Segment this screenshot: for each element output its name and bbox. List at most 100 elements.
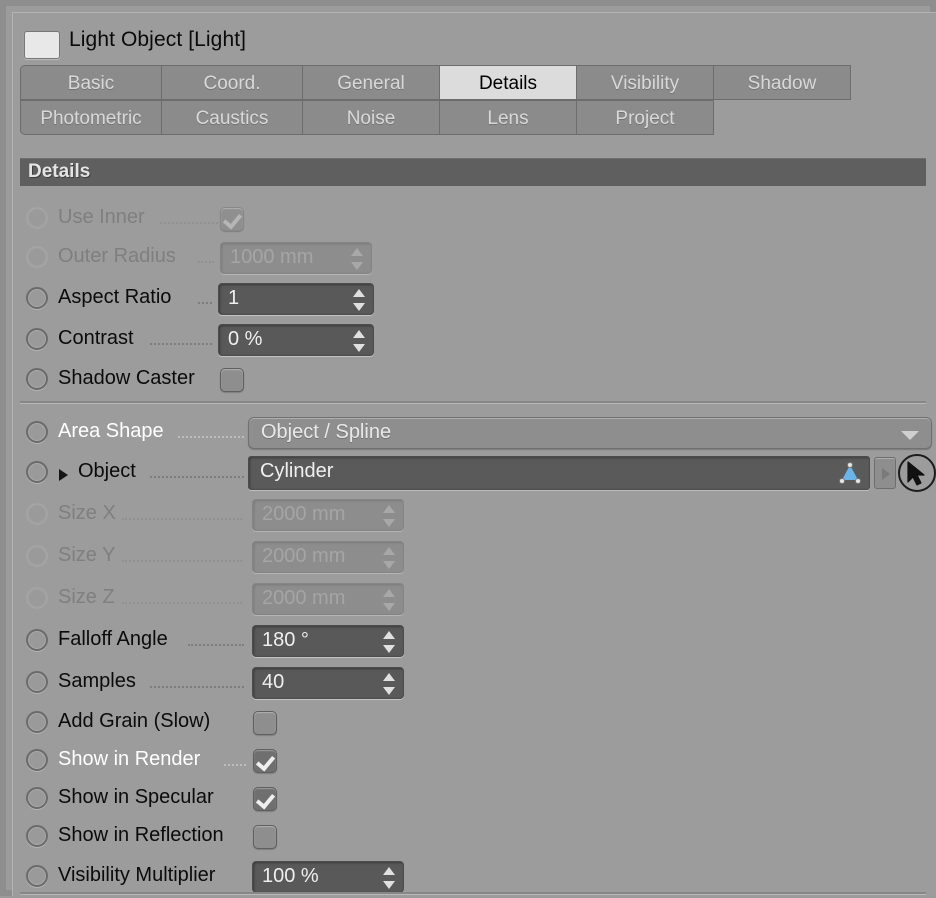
spinner-visibility-multiplier[interactable] (383, 867, 395, 889)
tab-caustics[interactable]: Caustics (161, 100, 303, 135)
tab-shadow[interactable]: Shadow (713, 65, 851, 100)
value-size-z: 2000 mm (262, 587, 346, 609)
tab-lens[interactable]: Lens (439, 100, 577, 135)
value-size-y: 2000 mm (262, 545, 346, 567)
label-show-in-specular: Show in Specular (58, 786, 214, 808)
value-area-shape: Object / Spline (261, 421, 392, 443)
animate-toggle-samples[interactable] (26, 671, 48, 693)
tab-basic[interactable]: Basic (20, 65, 162, 100)
label-size-x: Size X (58, 502, 116, 524)
animate-toggle-show-in-reflection[interactable] (26, 825, 48, 847)
label-size-z: Size Z (58, 586, 115, 608)
input-visibility-multiplier[interactable]: 100 % (252, 861, 404, 893)
dot-leader (198, 300, 212, 304)
animate-toggle-visibility-multiplier[interactable] (26, 865, 48, 887)
row-shadow-caster: Shadow Caster (12, 359, 936, 401)
tab-general[interactable]: General (302, 65, 440, 100)
input-object-link[interactable]: Cylinder (248, 456, 870, 490)
input-size-x[interactable]: 2000 mm (252, 499, 404, 531)
spinner-contrast[interactable] (353, 330, 365, 352)
checkbox-add-grain[interactable] (253, 711, 277, 735)
expand-object-arrow-button[interactable] (874, 457, 896, 489)
tab-coord[interactable]: Coord. (161, 65, 303, 100)
label-show-in-reflection: Show in Reflection (58, 824, 224, 846)
spinner-outer-radius[interactable] (351, 248, 363, 270)
label-use-inner: Use Inner (58, 206, 145, 228)
dot-leader (188, 642, 244, 646)
spinner-size-y[interactable] (383, 547, 395, 569)
animate-toggle-falloff-angle[interactable] (26, 629, 48, 651)
input-aspect-ratio[interactable]: 1 (218, 283, 374, 315)
animate-toggle-show-in-specular[interactable] (26, 787, 48, 809)
spinner-falloff-angle[interactable] (383, 631, 395, 653)
tab-row-2: Photometric Caustics Noise Lens Project (20, 100, 932, 135)
animate-toggle-show-in-render[interactable] (26, 749, 48, 771)
animate-toggle-object[interactable] (26, 461, 48, 483)
animate-toggle-contrast[interactable] (26, 328, 48, 350)
spinner-samples[interactable] (383, 673, 395, 695)
expand-triangle-icon[interactable] (59, 469, 68, 481)
row-samples: Samples 40 (12, 662, 936, 704)
dot-leader (150, 341, 212, 345)
value-size-x: 2000 mm (262, 503, 346, 525)
dot-leader (150, 474, 244, 478)
checkbox-show-in-specular[interactable] (253, 787, 277, 811)
value-aspect-ratio: 1 (228, 287, 240, 309)
properties-window: Light Object [Light] Basic Coord. Genera… (0, 0, 936, 896)
tab-row-1: Basic Coord. General Details Visibility … (20, 65, 932, 100)
dot-leader (122, 516, 242, 520)
dot-leader (178, 434, 244, 438)
object-title-label: Light Object [Light] (69, 28, 247, 51)
spinner-aspect-ratio[interactable] (353, 289, 365, 311)
spinner-size-x[interactable] (383, 505, 395, 527)
tab-details[interactable]: Details (439, 65, 577, 100)
pick-cursor-button[interactable] (898, 454, 936, 492)
value-contrast: 0 % (228, 328, 263, 350)
row-add-grain: Add Grain (Slow) (12, 702, 936, 744)
spinner-size-z[interactable] (383, 589, 395, 611)
dot-leader (224, 762, 246, 766)
input-size-z[interactable]: 2000 mm (252, 583, 404, 615)
row-show-in-reflection: Show in Reflection (12, 816, 936, 858)
object-color-swatch[interactable] (24, 31, 60, 59)
checkbox-shadow-caster[interactable] (220, 368, 244, 392)
dropdown-area-shape[interactable]: Object / Spline (248, 417, 932, 449)
animate-toggle-shadow-caster[interactable] (26, 368, 48, 390)
value-object-link: Cylinder (260, 460, 334, 482)
animate-toggle-aspect-ratio[interactable] (26, 287, 48, 309)
input-samples[interactable]: 40 (252, 667, 404, 699)
input-outer-radius[interactable]: 1000 mm (220, 242, 372, 274)
label-shadow-caster: Shadow Caster (58, 367, 195, 389)
tab-visibility[interactable]: Visibility (576, 65, 714, 100)
cursor-arrow-icon (907, 461, 925, 486)
label-add-grain: Add Grain (Slow) (58, 710, 211, 732)
tab-photometric[interactable]: Photometric (20, 100, 162, 135)
checkbox-show-in-render[interactable] (253, 749, 277, 773)
tab-project[interactable]: Project (576, 100, 714, 135)
animate-toggle-add-grain[interactable] (26, 711, 48, 733)
input-contrast[interactable]: 0 % (218, 324, 374, 356)
dot-leader (198, 259, 214, 263)
checkbox-use-inner[interactable] (220, 207, 244, 231)
input-falloff-angle[interactable]: 180 ° (252, 625, 404, 657)
tab-bar: Basic Coord. General Details Visibility … (20, 65, 932, 135)
row-use-inner: Use Inner (12, 198, 936, 240)
animate-toggle-size-x[interactable] (26, 503, 48, 525)
checkbox-show-in-reflection[interactable] (253, 825, 277, 849)
tab-noise[interactable]: Noise (302, 100, 440, 135)
animate-toggle-size-z[interactable] (26, 587, 48, 609)
group-header-details[interactable]: Details (20, 158, 926, 186)
value-visibility-multiplier: 100 % (262, 865, 319, 887)
animate-toggle-size-y[interactable] (26, 545, 48, 567)
animate-toggle-use-inner[interactable] (26, 207, 48, 229)
input-size-y[interactable]: 2000 mm (252, 541, 404, 573)
dot-leader (122, 600, 242, 604)
animate-toggle-area-shape[interactable] (26, 421, 48, 443)
bottom-divider (20, 892, 926, 895)
label-object: Object (78, 460, 136, 482)
polygon-object-icon (838, 461, 863, 486)
animate-toggle-outer-radius[interactable] (26, 246, 48, 268)
row-falloff-angle: Falloff Angle 180 ° (12, 620, 936, 662)
row-area-shape: Area Shape Object / Spline (12, 412, 936, 454)
tab-filler (713, 100, 851, 135)
